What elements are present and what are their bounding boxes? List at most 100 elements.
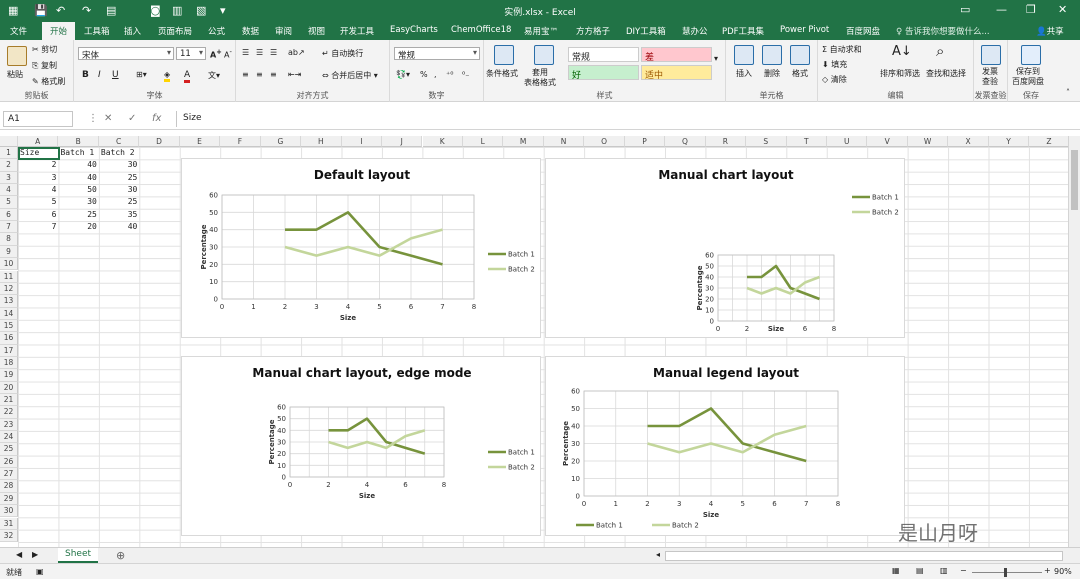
currency-icon[interactable]: 💱▾	[396, 70, 410, 79]
tab-chemoffice[interactable]: ChemOffice18	[451, 25, 511, 35]
tab-page-layout[interactable]: 页面布局	[158, 25, 192, 37]
grow-font-icon[interactable]: A+	[210, 48, 222, 60]
insert-cells-button[interactable]: 插入	[736, 68, 752, 79]
close-button[interactable]: ✕	[1058, 3, 1067, 16]
tab-formulas[interactable]: 公式	[208, 25, 225, 37]
decimal-increase-icon[interactable]: ⁺⁰	[446, 70, 453, 79]
restore-button[interactable]: ❐	[1026, 3, 1036, 16]
style-normal[interactable]: 常规	[568, 47, 639, 63]
vertical-scrollbar[interactable]	[1068, 136, 1080, 547]
row-header[interactable]: 9	[0, 245, 18, 259]
font-color-button[interactable]: A	[184, 70, 191, 83]
zoom-slider[interactable]	[972, 572, 1042, 573]
format-table-icon[interactable]	[534, 45, 554, 65]
row-header[interactable]: 10	[0, 258, 18, 271]
next-sheet-icon[interactable]: ▶	[32, 550, 38, 559]
row-header[interactable]: 17	[0, 344, 18, 357]
row-header[interactable]: 30	[0, 505, 18, 518]
find-icon[interactable]: ⌕	[936, 42, 944, 60]
align-bottom-icon[interactable]: ☰	[270, 48, 277, 57]
align-middle-icon[interactable]: ☰	[256, 48, 263, 57]
format-painter-button[interactable]: ✎ 格式刷	[32, 76, 65, 87]
column-header[interactable]: Q	[665, 136, 706, 147]
column-header[interactable]: P	[624, 136, 666, 147]
tab-baidu[interactable]: 百度网盘	[846, 25, 880, 37]
tab-developer[interactable]: 开发工具	[340, 25, 374, 37]
row-header[interactable]: 25	[0, 443, 18, 456]
row-header[interactable]: 31	[0, 517, 18, 530]
invoice-icon[interactable]	[981, 45, 1001, 65]
row-header[interactable]: 32	[0, 529, 18, 543]
tab-yiyongbao[interactable]: 易用宝™	[524, 25, 558, 37]
insert-cells-icon[interactable]	[734, 45, 754, 65]
row-header[interactable]: 14	[0, 307, 18, 320]
delete-cells-icon[interactable]	[762, 45, 782, 65]
table-cell[interactable]: 2	[18, 159, 58, 171]
row-header[interactable]: 24	[0, 431, 18, 444]
cut-button[interactable]: ✂ 剪切	[32, 44, 57, 55]
tab-power-pivot[interactable]: Power Pivot	[780, 25, 829, 35]
row-header[interactable]: 1	[0, 147, 18, 160]
row-header[interactable]: 15	[0, 319, 18, 333]
row-header[interactable]: 16	[0, 332, 18, 345]
name-box[interactable]: A1	[3, 111, 73, 127]
row-header[interactable]: 12	[0, 282, 18, 296]
conditional-format-button[interactable]: 条件格式	[486, 68, 518, 79]
scroll-left-icon[interactable]: ◂	[656, 550, 660, 559]
table-cell[interactable]: Batch 2	[99, 147, 139, 159]
column-header[interactable]: L	[462, 136, 504, 147]
row-header[interactable]: 6	[0, 208, 18, 222]
chart-default-layout[interactable]: 0 10 20 30 40 50 60 0 1 2 3 4 5 6 7 8 Default layout Size…	[181, 158, 541, 338]
shrink-font-icon[interactable]: A-	[224, 48, 232, 60]
table-cell[interactable]: 25	[99, 172, 139, 184]
tab-toolbox[interactable]: 工具箱	[84, 25, 110, 37]
row-header[interactable]: 4	[0, 184, 18, 197]
find-select-button[interactable]: 查找和选择	[926, 68, 966, 79]
column-header[interactable]: O	[584, 136, 625, 147]
horizontal-scrollbar[interactable]	[665, 551, 1063, 561]
scroll-thumb[interactable]	[1071, 150, 1078, 210]
row-header[interactable]: 27	[0, 468, 18, 481]
fill-button[interactable]: ⬇ 填充	[822, 59, 847, 70]
table-cell[interactable]: 30	[58, 196, 98, 208]
zoom-slider-thumb[interactable]	[1004, 568, 1007, 577]
table-cell[interactable]: 35	[99, 209, 139, 221]
table-cell[interactable]: Batch 1	[58, 147, 98, 159]
table-cell[interactable]: 3	[18, 172, 58, 184]
clear-button[interactable]: ◇ 清除	[822, 74, 847, 85]
table-cell[interactable]: 4	[18, 184, 58, 196]
tab-huibangong[interactable]: 慧办公	[682, 25, 708, 37]
macro-record-icon[interactable]: ▣	[36, 567, 44, 576]
tab-fangfang[interactable]: 方方格子	[576, 25, 610, 37]
column-header[interactable]: Y	[988, 136, 1030, 147]
autosum-button[interactable]: Σ 自动求和	[822, 44, 862, 55]
column-header[interactable]: S	[746, 136, 787, 147]
column-header[interactable]: F	[220, 136, 261, 147]
fill-color-icon[interactable]: ◈	[164, 70, 171, 82]
column-header[interactable]: U	[827, 136, 868, 147]
cancel-icon[interactable]: ✕	[104, 113, 112, 124]
formula-input[interactable]: Size	[176, 111, 1076, 127]
merge-center-button[interactable]: ⇔ 合并后居中 ▾	[322, 70, 378, 81]
column-header[interactable]: C	[98, 136, 140, 147]
column-header[interactable]: D	[139, 136, 180, 147]
tab-data[interactable]: 数据	[242, 25, 259, 37]
sort-filter-icon[interactable]: A↓	[892, 44, 912, 59]
chart-edge-mode[interactable]: 0 10 20 30 40 50 60 0 2 4 6 8 Manual chart layout, e…	[181, 356, 541, 536]
column-header[interactable]: Z	[1029, 136, 1068, 147]
style-good[interactable]: 好	[568, 65, 639, 81]
wrap-text-button[interactable]: ↵ 自动换行	[322, 48, 363, 59]
align-center-icon[interactable]: ≡	[256, 70, 263, 79]
table-cell[interactable]: 20	[58, 221, 98, 233]
insert-function-button[interactable]: fx	[152, 113, 161, 124]
row-header[interactable]: 26	[0, 455, 18, 469]
column-header[interactable]: B	[58, 136, 99, 147]
zoom-level[interactable]: 90%	[1054, 567, 1072, 576]
select-all-corner[interactable]	[0, 136, 18, 147]
tab-view[interactable]: 视图	[308, 25, 325, 37]
row-header[interactable]: 29	[0, 492, 18, 506]
percent-button[interactable]: %	[420, 70, 428, 79]
comma-button[interactable]: ,	[434, 70, 437, 79]
tab-home[interactable]: 开始	[42, 22, 76, 40]
column-header[interactable]: R	[705, 136, 747, 147]
